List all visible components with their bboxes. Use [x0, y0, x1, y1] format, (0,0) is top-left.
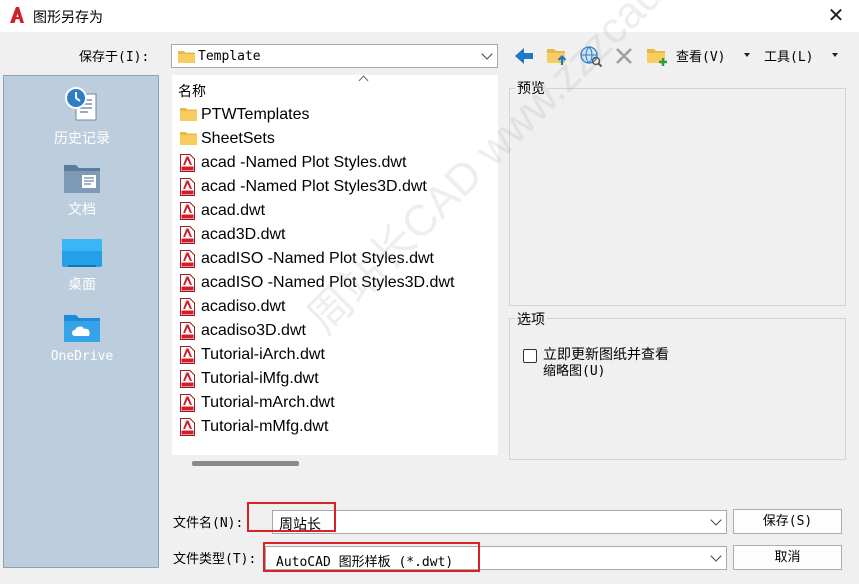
file-row[interactable]: Tutorial-iMfg.dwt	[180, 367, 490, 391]
file-name: acad -Named Plot Styles3D.dwt	[201, 178, 427, 195]
file-name: PTWTemplates	[201, 106, 310, 123]
documents-icon	[64, 165, 100, 193]
file-row[interactable]: acadISO -Named Plot Styles.dwt	[180, 247, 490, 271]
place-documents[interactable]: 文档	[4, 161, 160, 219]
file-row[interactable]: acad.dwt	[180, 199, 490, 223]
dwt-file-icon	[180, 370, 195, 392]
file-name: Tutorial-iMfg.dwt	[201, 370, 319, 387]
file-name: Tutorial-iArch.dwt	[201, 346, 325, 363]
file-row[interactable]: acad -Named Plot Styles.dwt	[180, 151, 490, 175]
dwt-file-icon	[180, 154, 195, 176]
file-name: acad -Named Plot Styles.dwt	[201, 154, 407, 171]
tools-menu-button[interactable]: 工具(L)	[764, 46, 813, 65]
file-name: acadiso3D.dwt	[201, 322, 306, 339]
history-icon	[65, 87, 97, 121]
file-row[interactable]: acadiso.dwt	[180, 295, 490, 319]
dwt-file-icon	[180, 418, 195, 440]
update-thumbnail-label-line2: 缩略图(U)	[543, 364, 606, 379]
back-icon[interactable]	[512, 44, 536, 68]
filename-label: 文件名(N):	[173, 516, 244, 531]
save-in-label: 保存于(I):	[79, 50, 150, 65]
file-name: acad3D.dwt	[201, 226, 286, 243]
save-in-combo[interactable]: Template	[171, 44, 498, 68]
places-bar: 历史记录 文档 桌面 OneDrive	[3, 75, 159, 568]
folder-row[interactable]: PTWTemplates	[180, 103, 490, 127]
place-onedrive[interactable]: OneDrive	[4, 311, 160, 364]
filetype-highlight-box	[263, 542, 480, 572]
filename-highlight-box	[247, 502, 336, 532]
column-header-name[interactable]: 名称	[178, 81, 206, 101]
dwt-file-icon	[180, 274, 195, 296]
preview-title: 预览	[515, 78, 547, 98]
sort-ascending-icon[interactable]	[358, 75, 369, 86]
delete-icon[interactable]	[612, 44, 636, 68]
desktop-icon	[62, 239, 102, 267]
file-name: acadISO -Named Plot Styles.dwt	[201, 250, 434, 267]
tools-dropdown-icon[interactable]	[832, 53, 838, 57]
folder-icon	[180, 130, 197, 149]
place-history[interactable]: 历史记录	[4, 84, 160, 148]
folder-icon	[178, 51, 195, 63]
save-button[interactable]: 保存(S)	[733, 509, 842, 534]
horizontal-scrollbar-thumb[interactable]	[192, 461, 299, 466]
dwt-file-icon	[180, 250, 195, 272]
file-name: SheetSets	[201, 130, 275, 147]
folder-icon	[180, 106, 197, 125]
file-row[interactable]: Tutorial-mMfg.dwt	[180, 415, 490, 439]
chevron-down-icon[interactable]	[481, 48, 493, 60]
dwt-file-icon	[180, 202, 195, 224]
dwt-file-icon	[180, 322, 195, 344]
dwt-file-icon	[180, 394, 195, 416]
onedrive-icon	[64, 315, 100, 342]
file-name: acad.dwt	[201, 202, 266, 219]
title-bar: 图形另存为 ✕	[0, 0, 859, 32]
file-name: Tutorial-mMfg.dwt	[201, 418, 329, 435]
file-name: acadiso.dwt	[201, 298, 286, 315]
place-label-onedrive: OneDrive	[50, 349, 114, 364]
file-row[interactable]: acad3D.dwt	[180, 223, 490, 247]
chevron-down-icon[interactable]	[710, 550, 722, 562]
cancel-button[interactable]: 取消	[733, 545, 842, 570]
autocad-logo-icon	[10, 7, 24, 23]
dwt-file-icon	[180, 226, 195, 248]
update-thumbnail-label[interactable]: 立即更新图纸并查看 缩略图(U)	[543, 347, 669, 380]
search-web-icon[interactable]	[579, 44, 603, 68]
filename-combo[interactable]: 周站长	[272, 510, 727, 534]
close-icon[interactable]: ✕	[825, 4, 847, 26]
file-row[interactable]: acad -Named Plot Styles3D.dwt	[180, 175, 490, 199]
dwt-file-icon	[180, 298, 195, 320]
up-folder-icon[interactable]	[545, 44, 569, 68]
place-desktop[interactable]: 桌面	[4, 236, 160, 294]
update-thumbnail-label-line1: 立即更新图纸并查看	[543, 347, 669, 363]
filetype-label: 文件类型(T):	[173, 552, 257, 567]
dwt-file-icon	[180, 346, 195, 368]
view-menu-button[interactable]: 查看(V)	[676, 46, 725, 65]
options-panel	[509, 318, 846, 460]
new-folder-icon[interactable]	[645, 44, 669, 68]
options-title: 选项	[515, 309, 547, 329]
file-row[interactable]: Tutorial-mArch.dwt	[180, 391, 490, 415]
preview-panel	[509, 88, 846, 306]
place-label-desktop: 桌面	[68, 277, 96, 293]
chevron-down-icon[interactable]	[710, 514, 722, 526]
dwt-file-icon	[180, 178, 195, 200]
view-dropdown-icon[interactable]	[744, 53, 750, 57]
save-in-value: Template	[198, 49, 261, 64]
file-name: acadISO -Named Plot Styles3D.dwt	[201, 274, 455, 291]
update-thumbnail-checkbox[interactable]	[523, 349, 537, 363]
folder-row[interactable]: SheetSets	[180, 127, 490, 151]
window-title: 图形另存为	[33, 10, 103, 26]
file-row[interactable]: acadiso3D.dwt	[180, 319, 490, 343]
file-row[interactable]: acadISO -Named Plot Styles3D.dwt	[180, 271, 490, 295]
file-list[interactable]: 名称 PTWTemplates SheetSets acad -Named Plot…	[172, 75, 498, 455]
file-name: Tutorial-mArch.dwt	[201, 394, 335, 411]
file-row[interactable]: Tutorial-iArch.dwt	[180, 343, 490, 367]
place-label-documents: 文档	[68, 202, 96, 218]
place-label-history: 历史记录	[54, 131, 110, 147]
